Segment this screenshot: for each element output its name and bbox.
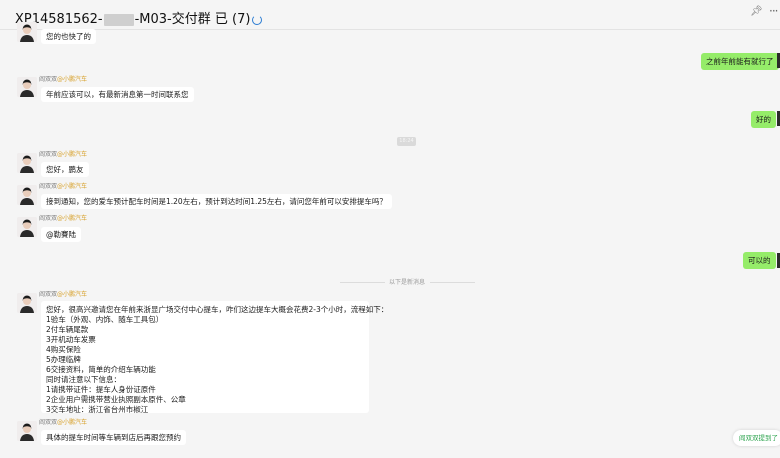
message-line: 1请携带证件：提车人身份证原件 — [46, 385, 156, 394]
message-line: 1验车（外观、内饰、随车工具包） — [46, 315, 164, 324]
message-line: 您好，很高兴邀请您在年前来浙显广场交付中心提车，咋们这边提车大概会花费2-3个小… — [46, 305, 389, 314]
message-bubble[interactable]: 具体的提车时间等车辆到店后再跟您预约 — [41, 430, 186, 445]
sender-name: 阎双双@小鹏汽车 — [39, 215, 88, 222]
title-bar: XP14581562- -M03-交付群 已 (7) 📌︎ ··· — [0, 0, 780, 30]
message-line: 同时请注意以下信息： — [46, 375, 121, 384]
message-bubble[interactable]: 您好，很高兴邀请您在年前来浙显广场交付中心提车，咋们这边提车大概会花费2-3个小… — [41, 301, 389, 414]
message-text: 好的 — [756, 115, 771, 124]
message-text: 可以的 — [748, 256, 771, 265]
message-text: 具体的提车时间等车辆到店后再跟您预约 — [46, 433, 181, 442]
own-message-bubble[interactable]: 好的 — [751, 111, 776, 128]
message-text: 您好，鹏友 — [46, 165, 84, 174]
avatar[interactable] — [17, 22, 37, 42]
message-bubble[interactable]: 您好，鹏友 — [41, 162, 89, 177]
avatar[interactable] — [17, 185, 37, 205]
message-text: 接到通知，您的爱车预计配车时间是1.20左右，预计到达时间1.25左右，请问您年… — [46, 197, 387, 206]
scrollbar[interactable] — [6, 32, 10, 452]
avatar[interactable] — [17, 77, 37, 97]
sender-name: 阎双双@小鹏汽车 — [39, 151, 88, 158]
mention-notification[interactable]: 阎双双提到了 — [733, 430, 780, 446]
loading-icon — [252, 14, 263, 25]
new-messages-divider: 以下是新消息 — [389, 279, 426, 286]
avatar[interactable] — [17, 293, 37, 313]
sender-name: 阎双双@小鹏汽车 — [39, 76, 88, 83]
message-line: 3交车地址：浙江省台州市椒江 — [46, 405, 149, 414]
redacted-name — [103, 13, 134, 26]
message-line: 6交接资料，简单的介绍车辆功能 — [46, 365, 156, 374]
message-bubble[interactable]: 接到通知，您的爱车预计配车时间是1.20左右，预计到达时间1.25左右，请问您年… — [41, 194, 392, 209]
pin-icon[interactable]: 📌︎ — [750, 6, 763, 17]
own-message-bubble[interactable]: 可以的 — [743, 252, 776, 269]
sender-name: 阎双双@小鹏汽车 — [39, 419, 88, 426]
own-message-bubble[interactable]: 之前年前能有就行了 — [701, 53, 779, 70]
avatar[interactable] — [17, 153, 37, 173]
message-line: 3开机动车发票 — [46, 335, 96, 344]
message-text: 年前应该可以，有最新消息第一时间联系您 — [46, 90, 189, 99]
divider-line — [430, 282, 475, 283]
sender-name: 阎双双@小鹏汽车 — [39, 291, 88, 298]
message-bubble[interactable]: @勒賽陆 — [41, 227, 81, 242]
chat-title-suffix: -M03-交付群 已 (7) — [134, 12, 251, 27]
time-separator: 18:24 — [397, 137, 416, 146]
message-line: 2企业用户需携带营业执照副本原件、公章 — [46, 395, 186, 404]
avatar[interactable] — [17, 421, 37, 441]
more-icon[interactable]: ··· — [769, 4, 779, 18]
message-line: 5办理临牌 — [46, 355, 81, 364]
chat-title: XP14581562- -M03-交付群 已 (7) — [15, 8, 263, 27]
message-text: 之前年前能有就行了 — [706, 57, 774, 66]
message-text: 您的也快了的 — [46, 32, 91, 41]
message-line: 2付车辆尾款 — [46, 325, 89, 334]
message-bubble[interactable]: 年前应该可以，有最新消息第一时间联系您 — [41, 87, 194, 102]
message-text: @勒賽陆 — [46, 230, 76, 239]
message-bubble[interactable]: 您的也快了的 — [41, 29, 96, 44]
divider-line — [340, 282, 385, 283]
message-line: 4购买保险 — [46, 345, 81, 354]
sender-name: 阎双双@小鹏汽车 — [39, 183, 88, 190]
avatar[interactable] — [17, 217, 37, 237]
